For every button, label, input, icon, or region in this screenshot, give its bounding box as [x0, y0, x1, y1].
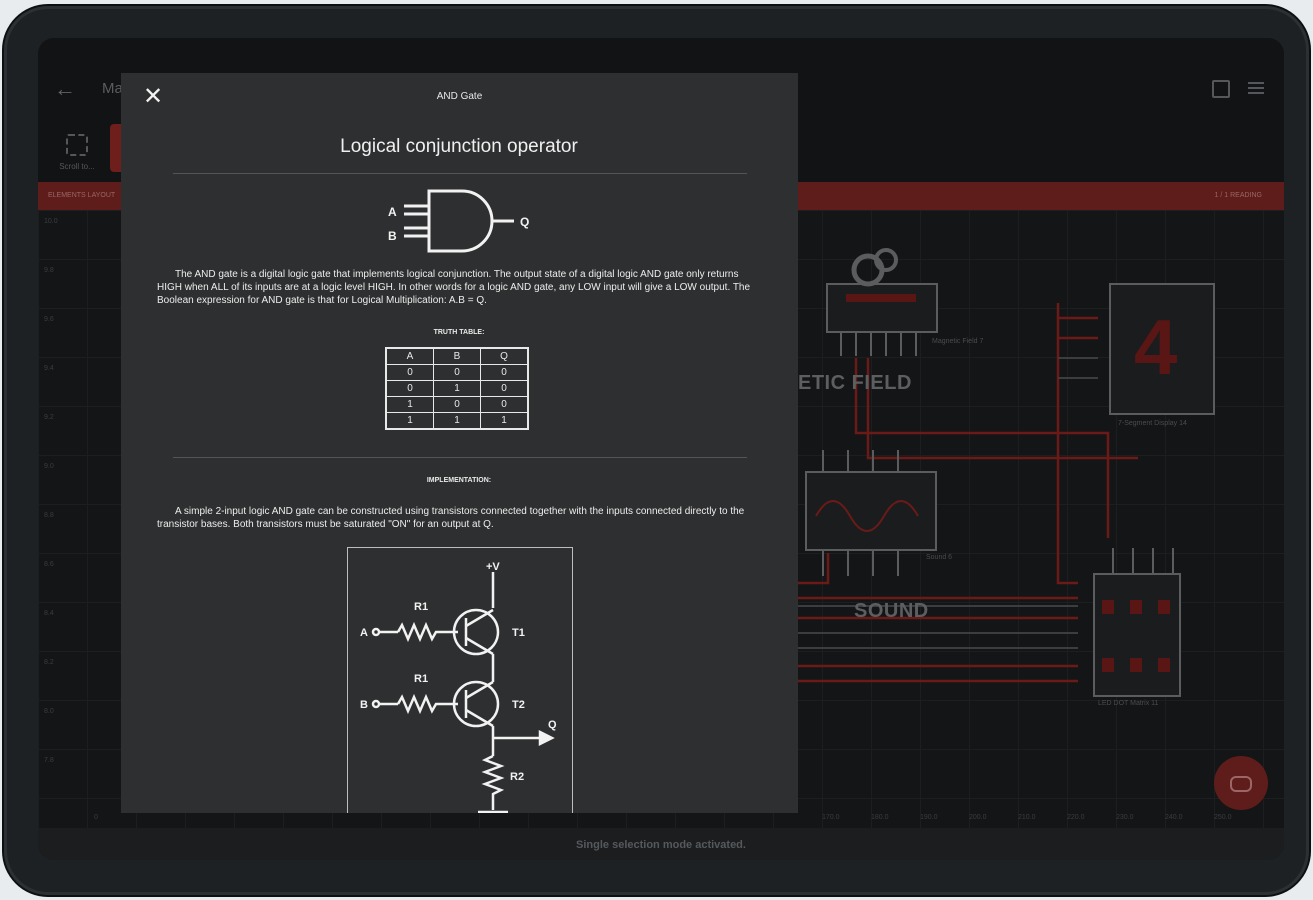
component-info-dialog: ✕ AND Gate Logical conjunction operator …: [121, 73, 798, 813]
table-cell: 1: [433, 380, 481, 397]
and-gate-symbol: A B Q: [388, 189, 529, 253]
table-cell: 1: [433, 412, 481, 430]
table-header-row: A B Q: [385, 347, 529, 365]
table-row: 0 1 0: [385, 380, 529, 397]
table-row: 1 0 0: [385, 396, 529, 413]
table-row: 0 0 0: [385, 364, 529, 381]
implementation-schematic: +V R1 R1 T1 T2 A B Q R2: [347, 547, 573, 813]
vcc-label: +V: [486, 561, 500, 573]
table-cell: 0: [480, 364, 529, 381]
led-matrix-label: LED DOT Matrix 11: [1098, 700, 1159, 707]
dialog-title: AND Gate: [436, 91, 483, 102]
r2-label: R2: [510, 771, 524, 783]
gate-description: The AND gate is a digital logic gate tha…: [157, 269, 751, 306]
column-header: Q: [480, 347, 529, 365]
truth-table: A B Q 0 0 0 0 1 0 1 0 0 1 1 1: [385, 347, 529, 430]
implementation-description: A simple 2-input logic AND gate can be c…: [157, 506, 745, 530]
table-cell: 1: [385, 396, 434, 413]
t1-label: T1: [512, 627, 525, 639]
divider: [173, 457, 747, 458]
gate-output-q: Q: [520, 215, 529, 229]
dialog-heading: Logical conjunction operator: [340, 136, 578, 157]
table-row: 1 1 1: [385, 412, 529, 430]
input-b-label: B: [360, 699, 368, 711]
selection-mode-message: Single selection mode activated.: [576, 839, 746, 851]
divider: [173, 173, 747, 174]
column-header: A: [385, 347, 434, 365]
bottom-status-bar: Single selection mode activated.: [38, 828, 1284, 860]
column-header: B: [433, 347, 481, 365]
seven-segment-digit: 4: [1134, 303, 1178, 391]
gate-input-a: A: [388, 205, 397, 219]
magnetic-field-title: ETIC FIELD: [798, 372, 912, 394]
simulate-fab-button[interactable]: [1214, 756, 1268, 810]
table-cell: 0: [480, 380, 529, 397]
table-cell: 0: [433, 396, 481, 413]
truth-table-heading: TRUTH TABLE:: [433, 329, 485, 336]
table-cell: 0: [385, 364, 434, 381]
table-cell: 0: [433, 364, 481, 381]
input-a-label: A: [360, 627, 368, 639]
gate-input-b: B: [388, 229, 397, 243]
magnetic-field-label: Magnetic Field 7: [932, 338, 984, 345]
seven-segment-label: 7-Segment Display 14: [1118, 420, 1187, 427]
table-cell: 0: [385, 380, 434, 397]
r1-bottom-label: R1: [414, 673, 428, 685]
transistor-schematic: +V R1 R1 T1 T2 A B Q R2: [360, 561, 557, 813]
table-cell: 1: [385, 412, 434, 430]
implementation-heading: IMPLEMENTATION:: [426, 477, 492, 484]
table-cell: 1: [480, 412, 529, 430]
sound-label: Sound 6: [926, 554, 953, 561]
sound-title: SOUND: [854, 600, 929, 622]
output-q-label: Q: [548, 719, 557, 731]
table-cell: 0: [480, 396, 529, 413]
r1-top-label: R1: [414, 601, 428, 613]
t2-label: T2: [512, 699, 525, 711]
